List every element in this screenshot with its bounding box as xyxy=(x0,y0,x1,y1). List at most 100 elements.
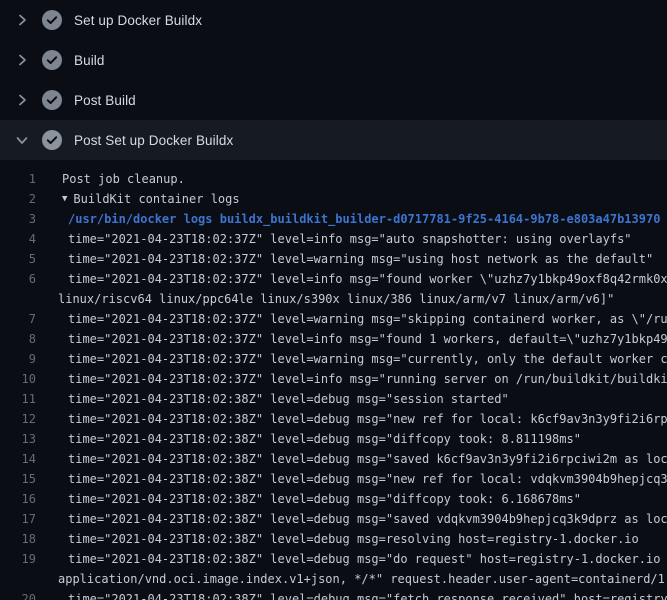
line-number[interactable]: 12 xyxy=(0,409,44,429)
log-line-content: time="2021-04-23T18:02:38Z" level=debug … xyxy=(44,389,509,409)
log-line: 15 time="2021-04-23T18:02:38Z" level=debu… xyxy=(0,469,667,489)
line-number[interactable]: 15 xyxy=(0,469,44,489)
log-text: time="2021-04-23T18:02:37Z" level=info m… xyxy=(68,369,667,389)
line-number[interactable]: 1 xyxy=(0,169,44,189)
log-line: 10 time="2021-04-23T18:02:37Z" level=info… xyxy=(0,369,667,389)
log-line-content: linux/riscv64 linux/ppc64le linux/s390x … xyxy=(44,289,614,309)
line-number[interactable]: 11 xyxy=(0,389,44,409)
chevron-right-icon xyxy=(14,12,30,28)
log-line: 5 time="2021-04-23T18:02:37Z" level=warni… xyxy=(0,249,667,269)
log-text: BuildKit container logs xyxy=(73,189,239,209)
log-line-content: time="2021-04-23T18:02:37Z" level=warnin… xyxy=(44,309,667,329)
log-text: time="2021-04-23T18:02:38Z" level=debug … xyxy=(68,449,667,469)
log-line: 8 time="2021-04-23T18:02:37Z" level=info … xyxy=(0,329,667,349)
log-line-content: time="2021-04-23T18:02:38Z" level=debug … xyxy=(44,529,639,549)
log-line: 7 time="2021-04-23T18:02:37Z" level=warni… xyxy=(0,309,667,329)
log-text: time="2021-04-23T18:02:38Z" level=debug … xyxy=(68,589,667,600)
log-text: time="2021-04-23T18:02:38Z" level=debug … xyxy=(68,429,581,449)
log-text: time="2021-04-23T18:02:37Z" level=info m… xyxy=(68,329,667,349)
steps-list: Set up Docker Buildx Build Post Build Po… xyxy=(0,0,667,600)
log-text: application/vnd.oci.image.index.v1+json,… xyxy=(58,569,667,589)
log-line: 1 Post job cleanup. xyxy=(0,169,667,189)
log-line-content: time="2021-04-23T18:02:38Z" level=debug … xyxy=(44,429,581,449)
line-number[interactable]: 8 xyxy=(0,329,44,349)
log-line-content: time="2021-04-23T18:02:38Z" level=debug … xyxy=(44,489,581,509)
line-number[interactable]: 14 xyxy=(0,449,44,469)
log-line-content: time="2021-04-23T18:02:37Z" level=info m… xyxy=(44,269,667,289)
log-line: 12time="2021-04-23T18:02:38Z" level=debu… xyxy=(0,409,667,429)
log-text: time="2021-04-23T18:02:38Z" level=debug … xyxy=(68,529,639,549)
log-line-content: Post job cleanup. xyxy=(44,169,185,189)
chevron-right-icon xyxy=(14,52,30,68)
step-header-post-build[interactable]: Post Build xyxy=(0,80,667,120)
step-header-build[interactable]: Build xyxy=(0,40,667,80)
step-title: Build xyxy=(74,53,105,68)
step-title: Set up Docker Buildx xyxy=(74,13,202,28)
log-line: 2 ▼ BuildKit container logs xyxy=(0,189,667,209)
line-number[interactable]: 3 xyxy=(0,209,44,229)
log-line: 16 time="2021-04-23T18:02:38Z" level=debu… xyxy=(0,489,667,509)
log-line-content: ▼ BuildKit container logs xyxy=(44,189,240,209)
chevron-right-icon xyxy=(14,92,30,108)
check-circle-icon xyxy=(42,50,62,70)
log-line-content: time="2021-04-23T18:02:38Z" level=debug … xyxy=(44,509,667,529)
group-disclosure-icon[interactable]: ▼ xyxy=(62,189,67,209)
line-number[interactable]: 5 xyxy=(0,249,44,269)
log-line: 20 time="2021-04-23T18:02:38Z" level=debu… xyxy=(0,589,667,600)
log-line: 17 time="2021-04-23T18:02:38Z" level=debu… xyxy=(0,509,667,529)
log-line: 3/usr/bin/docker logs buildx_buildkit_bu… xyxy=(0,209,667,229)
log-text: linux/riscv64 linux/ppc64le linux/s390x … xyxy=(58,289,614,309)
log-line-content: time="2021-04-23T18:02:38Z" level=debug … xyxy=(44,469,667,489)
line-number[interactable]: 9 xyxy=(0,349,44,369)
line-number[interactable]: 18 xyxy=(0,529,44,549)
line-number[interactable]: 19 xyxy=(0,549,44,569)
line-number[interactable]: 7 xyxy=(0,309,44,329)
log-line-content: time="2021-04-23T18:02:37Z" level=info m… xyxy=(44,329,667,349)
log-line-content: time="2021-04-23T18:02:38Z" level=debug … xyxy=(44,589,667,600)
log-text: time="2021-04-23T18:02:37Z" level=warnin… xyxy=(68,309,667,329)
log-line-content: time="2021-04-23T18:02:38Z" level=debug … xyxy=(44,409,667,429)
line-number[interactable]: 16 xyxy=(0,489,44,509)
log-line-content: time="2021-04-23T18:02:37Z" level=info m… xyxy=(44,369,667,389)
log-line-content: time="2021-04-23T18:02:38Z" level=debug … xyxy=(44,549,667,569)
log-line: 19 time="2021-04-23T18:02:38Z" level=debu… xyxy=(0,549,667,569)
log-text: time="2021-04-23T18:02:38Z" level=debug … xyxy=(68,549,667,569)
line-number[interactable]: 6 xyxy=(0,269,44,289)
log-line: 11 time="2021-04-23T18:02:38Z" level=debu… xyxy=(0,389,667,409)
check-circle-icon xyxy=(42,10,62,30)
log-command-text: /usr/bin/docker logs buildx_buildkit_bui… xyxy=(68,209,660,229)
log-text: time="2021-04-23T18:02:38Z" level=debug … xyxy=(68,489,581,509)
log-text: time="2021-04-23T18:02:37Z" level=info m… xyxy=(68,229,632,249)
step-title: Post Build xyxy=(74,93,136,108)
line-number[interactable]: 17 xyxy=(0,509,44,529)
log-line: 6time="2021-04-23T18:02:37Z" level=info … xyxy=(0,269,667,289)
check-circle-icon xyxy=(42,130,62,150)
chevron-down-icon xyxy=(14,132,30,148)
log-line-content: time="2021-04-23T18:02:38Z" level=debug … xyxy=(44,449,667,469)
log-line: application/vnd.oci.image.index.v1+json,… xyxy=(0,569,667,589)
log-line: 9 time="2021-04-23T18:02:37Z" level=warni… xyxy=(0,349,667,369)
line-number xyxy=(0,569,44,589)
line-number[interactable]: 13 xyxy=(0,429,44,449)
log-line: linux/riscv64 linux/ppc64le linux/s390x … xyxy=(0,289,667,309)
log-line-content: time="2021-04-23T18:02:37Z" level=warnin… xyxy=(44,349,667,369)
line-number xyxy=(0,289,44,309)
log-line: 18 time="2021-04-23T18:02:38Z" level=debu… xyxy=(0,529,667,549)
line-number[interactable]: 20 xyxy=(0,589,44,600)
line-number[interactable]: 10 xyxy=(0,369,44,389)
log-line: 14 time="2021-04-23T18:02:38Z" level=debu… xyxy=(0,449,667,469)
step-header-post-set-up-docker-buildx[interactable]: Post Set up Docker Buildx xyxy=(0,120,667,160)
log-text: Post job cleanup. xyxy=(62,169,185,189)
line-number[interactable]: 2 xyxy=(0,189,44,209)
line-number[interactable]: 4 xyxy=(0,229,44,249)
log-line-content: /usr/bin/docker logs buildx_buildkit_bui… xyxy=(44,209,660,229)
log-text: time="2021-04-23T18:02:38Z" level=debug … xyxy=(68,509,667,529)
step-header-set-up-docker-buildx[interactable]: Set up Docker Buildx xyxy=(0,0,667,40)
check-circle-icon xyxy=(42,90,62,110)
log-text: time="2021-04-23T18:02:38Z" level=debug … xyxy=(68,389,509,409)
log-text: time="2021-04-23T18:02:38Z" level=debug … xyxy=(68,469,667,489)
log-line-content: application/vnd.oci.image.index.v1+json,… xyxy=(44,569,667,589)
log-text: time="2021-04-23T18:02:37Z" level=warnin… xyxy=(68,249,653,269)
log-line-content: time="2021-04-23T18:02:37Z" level=warnin… xyxy=(44,249,653,269)
log-text: time="2021-04-23T18:02:37Z" level=warnin… xyxy=(68,349,667,369)
